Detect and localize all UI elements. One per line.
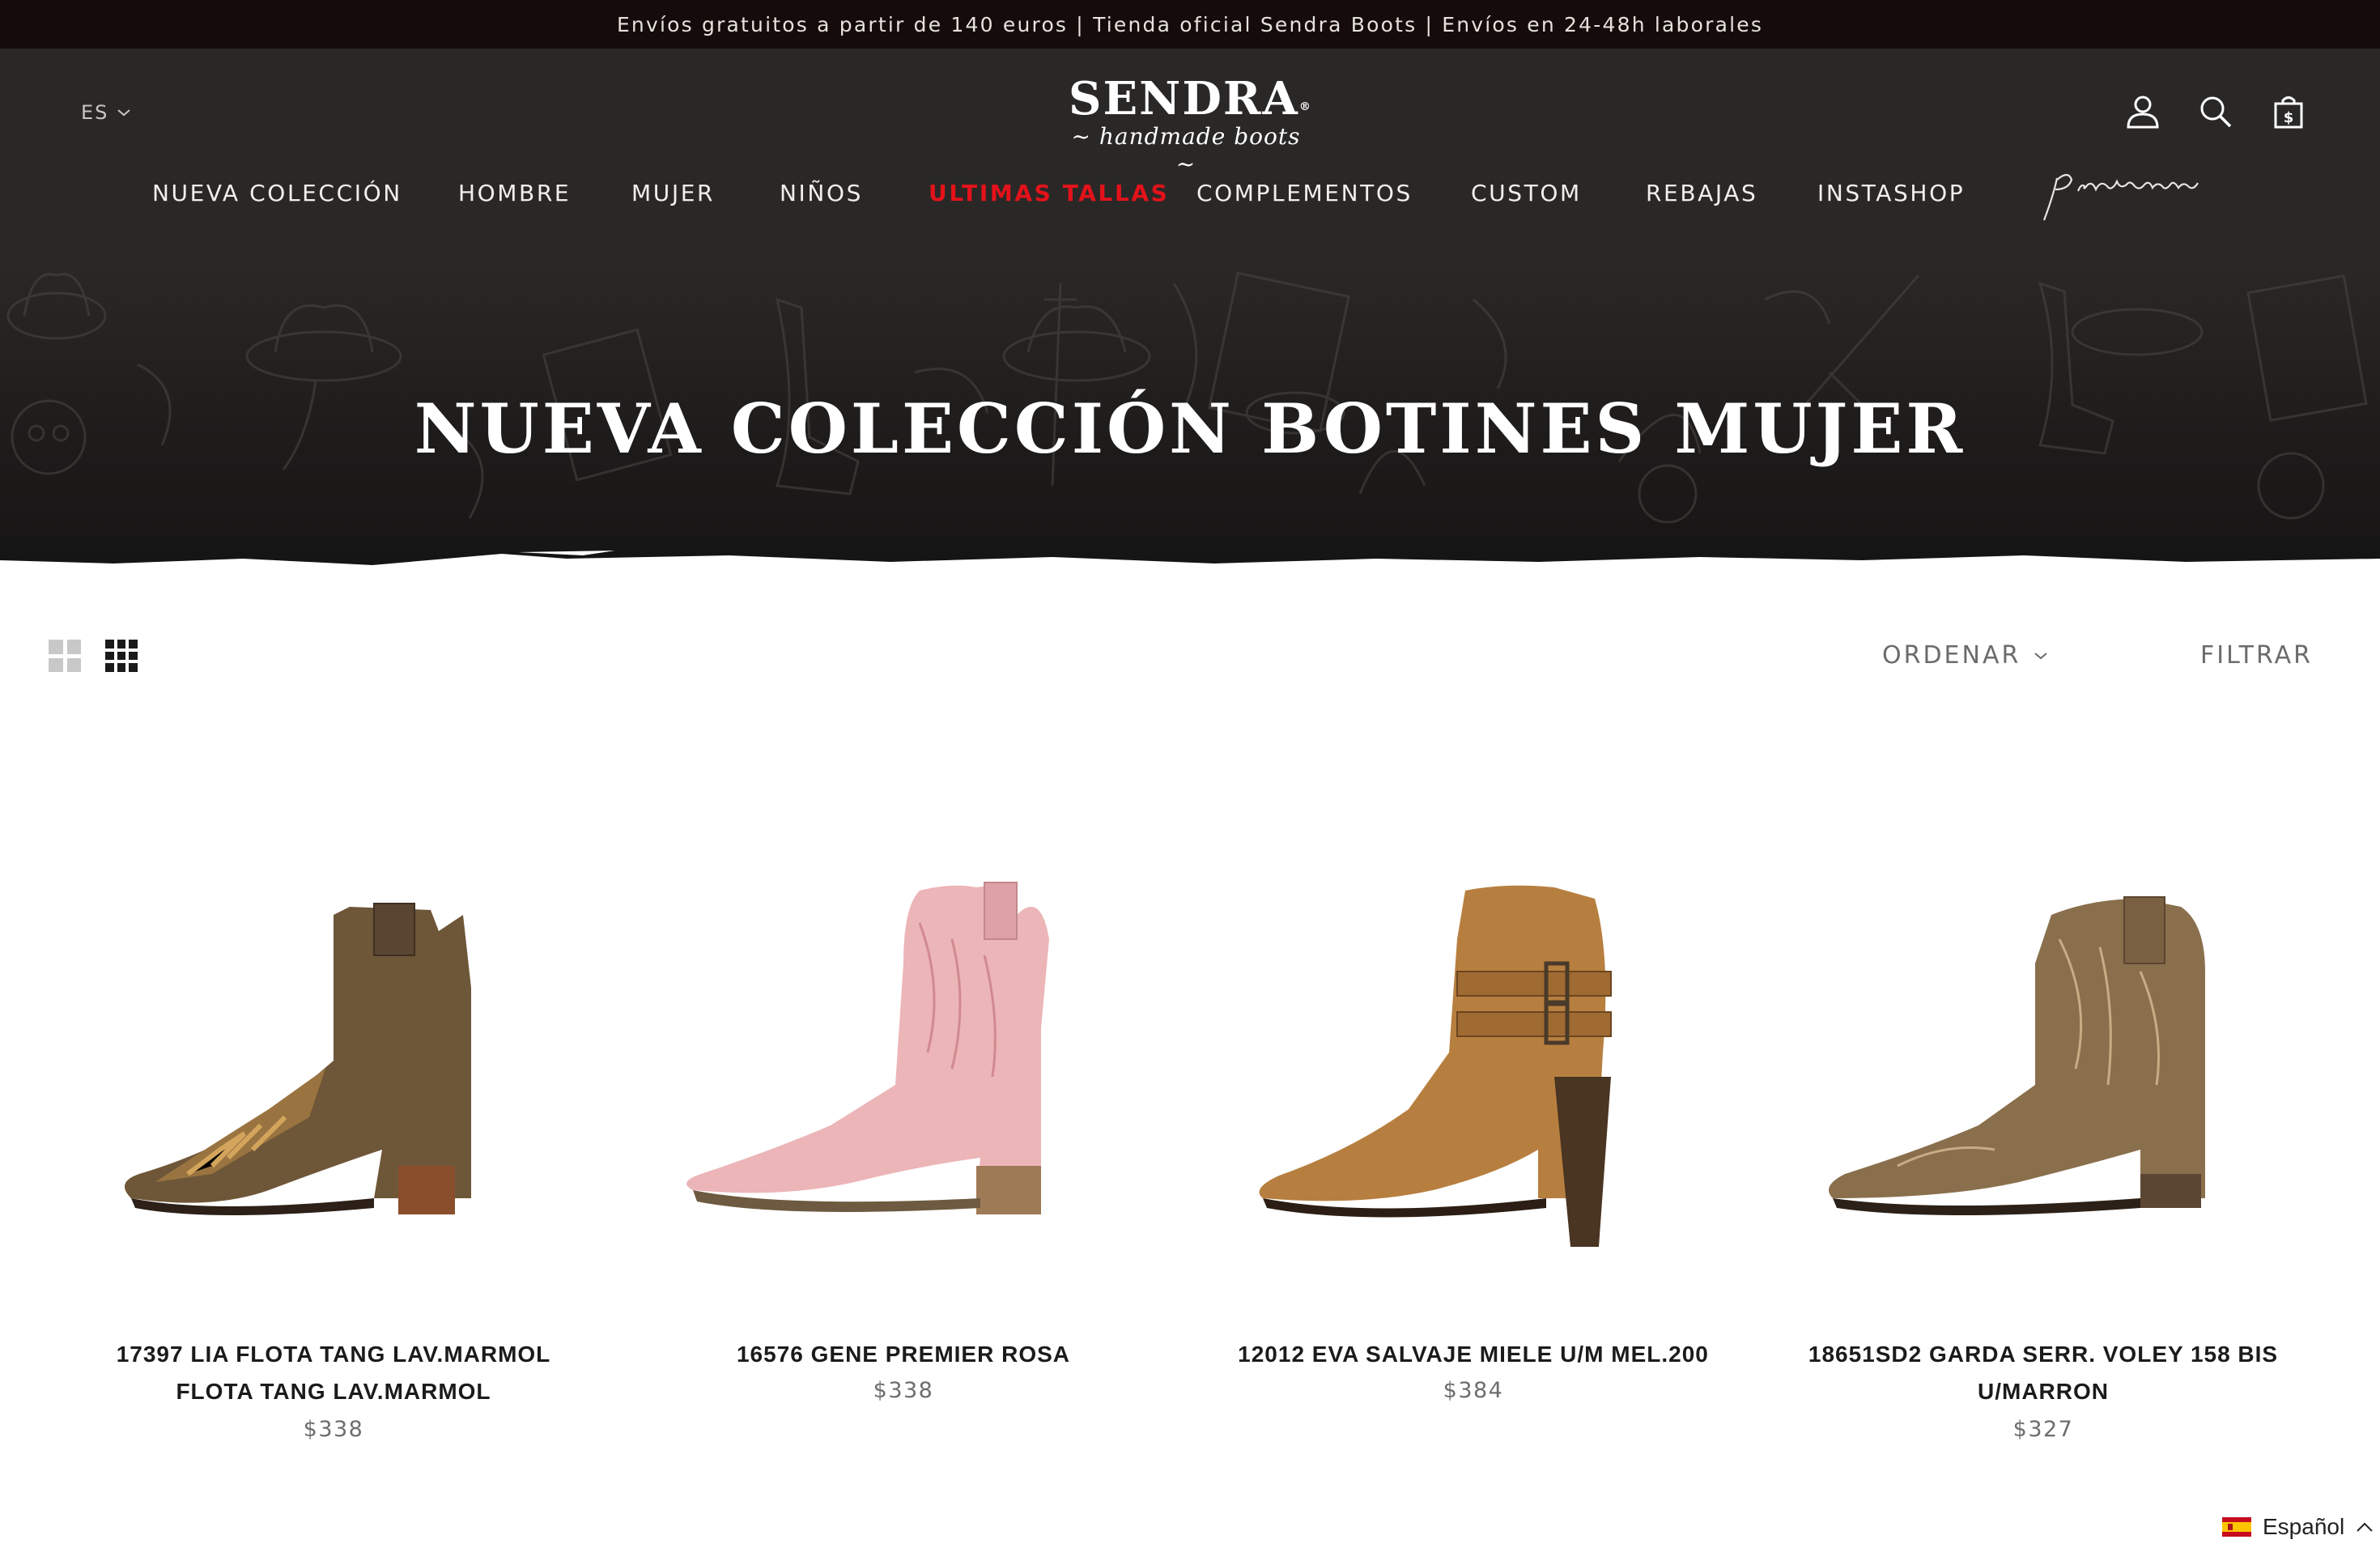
language-code: ES <box>81 101 109 124</box>
product-price: $384 <box>1443 1378 1504 1403</box>
site-header: ES SENDRA® ~ handmade boots ~ $ NUEVA CO… <box>0 49 2380 251</box>
product-card[interactable]: 18651SD2 GARDA SERR. VOLEY 158 BIS U/MAR… <box>1800 842 2286 1457</box>
search-icon[interactable] <box>2197 93 2234 130</box>
sort-label: ORDENAR <box>1882 641 2021 670</box>
product-card[interactable]: 16576 GENE PREMIER ROSA $338 <box>661 842 1146 1457</box>
nav-item-complementos[interactable]: COMPLEMENTOS <box>1196 180 1413 206</box>
nav-item-mujer[interactable]: MUJER <box>631 180 715 206</box>
torn-edge-divider <box>0 551 2380 591</box>
suede-cowboy-bootie-image <box>1829 896 2205 1215</box>
logo-registered: ® <box>1298 100 1312 113</box>
product-price: $338 <box>873 1378 934 1403</box>
account-icon[interactable] <box>2124 93 2161 130</box>
chevron-down-icon <box>117 109 131 117</box>
main-nav: NUEVA COLECCIÓN HOMBRE MUJER NIÑOS ULTIM… <box>0 170 2380 219</box>
chevron-up-icon <box>2357 1522 2373 1532</box>
spain-flag-icon <box>2222 1517 2251 1537</box>
sort-dropdown[interactable]: ORDENAR <box>1882 641 2048 670</box>
nav-item-ultimas-tallas[interactable]: ULTIMAS TALLAS <box>929 180 1169 206</box>
language-switcher-label: Español <box>2263 1514 2345 1539</box>
collection-toolbar: ORDENAR FILTRAR <box>0 632 2380 683</box>
announcement-bar: Envíos gratuitos a partir de 140 euros |… <box>0 0 2380 49</box>
product-image[interactable] <box>91 842 576 1295</box>
language-switcher[interactable]: Español <box>2206 1506 2380 1548</box>
grid-4-column-toggle[interactable] <box>105 640 138 672</box>
product-title[interactable]: 17397 LIA FLOTA TANG LAV.MARMOL FLOTA TA… <box>91 1336 576 1410</box>
nav-item-nueva-coleccion[interactable]: NUEVA COLECCIÓN <box>152 180 402 206</box>
svg-text:$: $ <box>2284 109 2294 126</box>
product-card[interactable]: 17397 LIA FLOTA TANG LAV.MARMOL FLOTA TA… <box>91 842 576 1457</box>
cart-icon[interactable]: $ <box>2270 93 2307 130</box>
nav-item-custom[interactable]: CUSTOM <box>1471 180 1582 206</box>
logo-brand: SENDRA <box>1069 72 1299 125</box>
nav-item-instashop[interactable]: INSTASHOP <box>1817 180 1965 206</box>
hero-banner: NUEVA COLECCIÓN BOTINES MUJER <box>0 251 2380 591</box>
language-selector[interactable]: ES <box>81 101 131 124</box>
premium-link[interactable] <box>2036 162 2222 227</box>
product-card[interactable]: 12012 EVA SALVAJE MIELE U/M MEL.200 $384 <box>1230 842 1716 1457</box>
brown-cowboy-bootie-image <box>125 903 471 1215</box>
product-image[interactable] <box>1230 842 1716 1295</box>
announcement-text: Envíos gratuitos a partir de 140 euros |… <box>616 12 1764 36</box>
pink-cowboy-bootie-image <box>686 882 1049 1214</box>
product-image[interactable] <box>661 842 1146 1295</box>
product-price: $327 <box>2012 1417 2074 1442</box>
product-title[interactable]: 12012 EVA SALVAJE MIELE U/M MEL.200 <box>1230 1336 1716 1373</box>
nav-item-rebajas[interactable]: REBAJAS <box>1646 180 1757 206</box>
header-icons: $ <box>2124 93 2307 130</box>
chevron-down-icon <box>2034 652 2047 659</box>
premium-script-logo <box>2042 173 2199 221</box>
product-grid: 17397 LIA FLOTA TANG LAV.MARMOL FLOTA TA… <box>0 842 2380 1457</box>
product-title[interactable]: 18651SD2 GARDA SERR. VOLEY 158 BIS U/MAR… <box>1800 1336 2286 1410</box>
tan-heeled-ankle-boot-image <box>1259 885 1612 1247</box>
nav-item-ninos[interactable]: NIÑOS <box>780 180 863 206</box>
product-image[interactable] <box>1800 842 2286 1295</box>
filter-button[interactable]: FILTRAR <box>2200 641 2313 670</box>
product-price: $338 <box>303 1417 364 1442</box>
grid-2-column-toggle[interactable] <box>49 640 81 672</box>
nav-item-hombre[interactable]: HOMBRE <box>458 180 571 206</box>
site-logo[interactable]: SENDRA® ~ handmade boots ~ <box>1069 72 1311 177</box>
page-title: NUEVA COLECCIÓN BOTINES MUJER <box>414 389 1966 469</box>
product-title[interactable]: 16576 GENE PREMIER ROSA <box>661 1336 1146 1373</box>
